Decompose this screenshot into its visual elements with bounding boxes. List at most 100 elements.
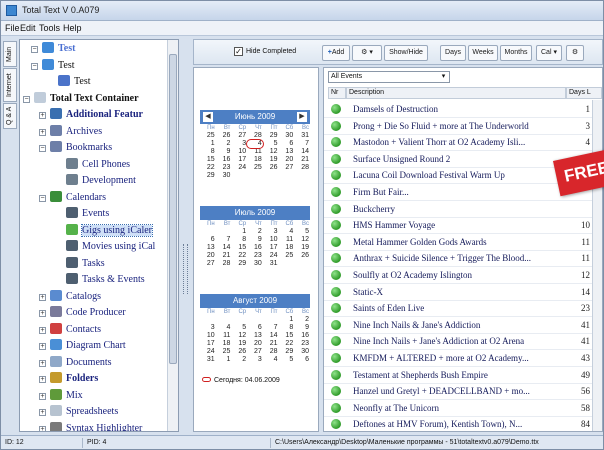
calendar-day[interactable]: 2 — [294, 316, 310, 324]
tree-expander[interactable]: + — [39, 112, 46, 119]
calendar-day[interactable]: 5 — [231, 324, 247, 332]
calendar-day[interactable]: 22 — [200, 164, 216, 172]
calendar-day[interactable]: 21 — [263, 340, 279, 348]
calendar-day[interactable]: 29 — [263, 132, 279, 140]
calendar-day[interactable]: 1 — [231, 228, 247, 236]
calendar-day[interactable]: 24 — [231, 164, 247, 172]
tree-item[interactable]: Tasks & Events — [66, 273, 145, 288]
event-row[interactable]: Buckcherry — [324, 201, 592, 218]
event-row[interactable]: Deftones at HMV Forum), Kentish Town), N… — [324, 416, 592, 431]
tree-scroll-thumb[interactable] — [169, 54, 177, 364]
menu-file[interactable]: File — [5, 23, 20, 33]
month-calendar[interactable]: Август 2009 Пн Вт Ср Чт Пт Сб Вс 1 2 3 4 5 6 7 8 9 10 11 12… — [200, 294, 310, 364]
hide-completed-checkbox[interactable]: ✓ — [234, 47, 243, 56]
calendar-day[interactable]: 17 — [231, 156, 247, 164]
column-header-nr[interactable]: Nr — [328, 87, 346, 99]
calendar-day[interactable]: 4 — [216, 324, 232, 332]
tree-expander[interactable]: − — [39, 194, 46, 202]
tree-expander[interactable]: − — [31, 62, 38, 70]
calendar-day[interactable]: 3 — [263, 228, 279, 236]
panel-splitter[interactable] — [181, 39, 190, 432]
calendar-day[interactable]: 12 — [231, 332, 247, 340]
calendar-day[interactable]: 31 — [294, 132, 310, 140]
calendar-day[interactable]: 23 — [247, 252, 263, 260]
tree-item[interactable]: Movies using iCal — [66, 240, 155, 255]
calendar-day[interactable]: 30 — [279, 132, 295, 140]
tree-view[interactable]: − Test − Test Test − Total Text Container + Addi… — [19, 39, 179, 432]
calendar-day[interactable]: 11 — [279, 236, 295, 244]
calendar-day[interactable]: 22 — [231, 252, 247, 260]
calendar-day[interactable]: 1 — [200, 140, 216, 148]
calendar-day[interactable]: 19 — [263, 156, 279, 164]
calendar-day[interactable]: 13 — [279, 148, 295, 156]
event-row[interactable]: Nine Inch Nails & Jane's Addiction 41 — [324, 317, 592, 334]
calendar-day[interactable]: 10 — [231, 148, 247, 156]
event-row[interactable]: Damsels of Destruction 1 — [324, 101, 592, 118]
tree-expander[interactable]: + — [39, 392, 46, 400]
add-button[interactable]: +Add — [322, 45, 350, 61]
calendar-day[interactable]: 25 — [200, 132, 216, 140]
calendar-day[interactable]: 20 — [247, 340, 263, 348]
calendar-day[interactable]: 12 — [294, 236, 310, 244]
calendar-day[interactable]: 21 — [216, 252, 232, 260]
tree-expander[interactable]: + — [39, 359, 46, 367]
calendar-day[interactable]: 2 — [247, 228, 263, 236]
calendar-day[interactable]: 26 — [231, 348, 247, 356]
column-header-days[interactable]: Days L — [566, 87, 602, 99]
calendar-day[interactable]: 29 — [279, 348, 295, 356]
calendar-day[interactable]: 11 — [247, 148, 263, 156]
tab-qa[interactable]: Q & A — [3, 103, 17, 129]
tree-item[interactable]: Archives — [50, 124, 102, 140]
calendar-day[interactable]: 30 — [247, 260, 263, 268]
calendar-day[interactable]: 5 — [294, 228, 310, 236]
event-row[interactable]: Surface Unsigned Round 26 — [324, 151, 592, 168]
calendar-day[interactable]: 28 — [294, 164, 310, 172]
tab-internet[interactable]: Internet — [3, 68, 17, 102]
tree-expander[interactable]: − — [39, 145, 46, 152]
event-row[interactable]: Hanzel und Gretyl + DEADCELLBAND + mo...… — [324, 383, 592, 401]
menu-help[interactable]: Help — [63, 23, 82, 33]
tree-expander[interactable]: + — [39, 376, 46, 383]
calendar-day[interactable]: 3 — [231, 140, 247, 148]
event-row[interactable]: Lacuna Coil Download Festival Warm Up — [324, 167, 592, 185]
calendar-day[interactable]: 23 — [294, 340, 310, 348]
calendar-day[interactable]: 15 — [200, 156, 216, 164]
tab-main[interactable]: Main — [3, 41, 17, 67]
calendar-day[interactable]: 25 — [247, 164, 263, 172]
cal-button[interactable]: Cal ▾ — [536, 45, 562, 61]
today-link[interactable]: Сегодня: 04.06.2009 — [202, 377, 280, 384]
tree-item[interactable]: Code Producer — [50, 306, 126, 321]
tree-item[interactable]: Mix — [50, 388, 83, 404]
show-hide-button[interactable]: Show/Hide — [384, 45, 428, 61]
calendar-day[interactable]: 31 — [263, 260, 279, 268]
calendar-day[interactable]: 23 — [216, 164, 232, 172]
tree-expander[interactable]: + — [39, 293, 46, 301]
calendar-day[interactable]: 17 — [263, 244, 279, 252]
month-calendar[interactable]: Июль 2009 Пн Вт Ср Чт Пт Сб Вс 1 2 3 4 5 6 7 8 9 10 11 12 13… — [200, 206, 310, 268]
tree-item[interactable]: Total Text Container — [34, 91, 139, 107]
calendar-day[interactable]: 19 — [231, 340, 247, 348]
calendar-day[interactable]: 8 — [279, 324, 295, 332]
column-header-description[interactable]: Description — [346, 87, 566, 99]
calendar-day[interactable]: 3 — [247, 356, 263, 364]
tree-item[interactable]: Tasks — [66, 256, 105, 272]
days-button[interactable]: Days — [440, 45, 466, 61]
calendar-day[interactable]: 4 — [263, 356, 279, 364]
calendar-day[interactable]: 29 — [231, 260, 247, 268]
tree-expander[interactable]: − — [31, 46, 38, 53]
tree-item[interactable]: Documents — [50, 355, 112, 371]
calendar-day[interactable]: 28 — [216, 260, 232, 268]
calendar-day[interactable]: 5 — [279, 356, 295, 364]
event-row[interactable]: Anthrax + Suicide Silence + Trigger The … — [324, 250, 592, 268]
calendar-day[interactable]: 24 — [263, 252, 279, 260]
tree-expander[interactable]: − — [23, 95, 30, 103]
event-row[interactable]: HMS Hammer Voyage 10 — [324, 217, 592, 235]
view-options-button[interactable]: ⚙ ▾ — [352, 45, 382, 61]
tree-item[interactable]: Additional Featur — [50, 108, 143, 123]
tree-item[interactable]: Calendars — [50, 190, 106, 206]
calendar-day[interactable]: 28 — [247, 132, 263, 140]
calendar-day[interactable]: 26 — [216, 132, 232, 140]
event-row[interactable]: Soulfly at O2 Academy Islington 12 — [324, 267, 592, 284]
calendar-day[interactable]: 28 — [263, 348, 279, 356]
calendar-day[interactable]: 9 — [247, 236, 263, 244]
